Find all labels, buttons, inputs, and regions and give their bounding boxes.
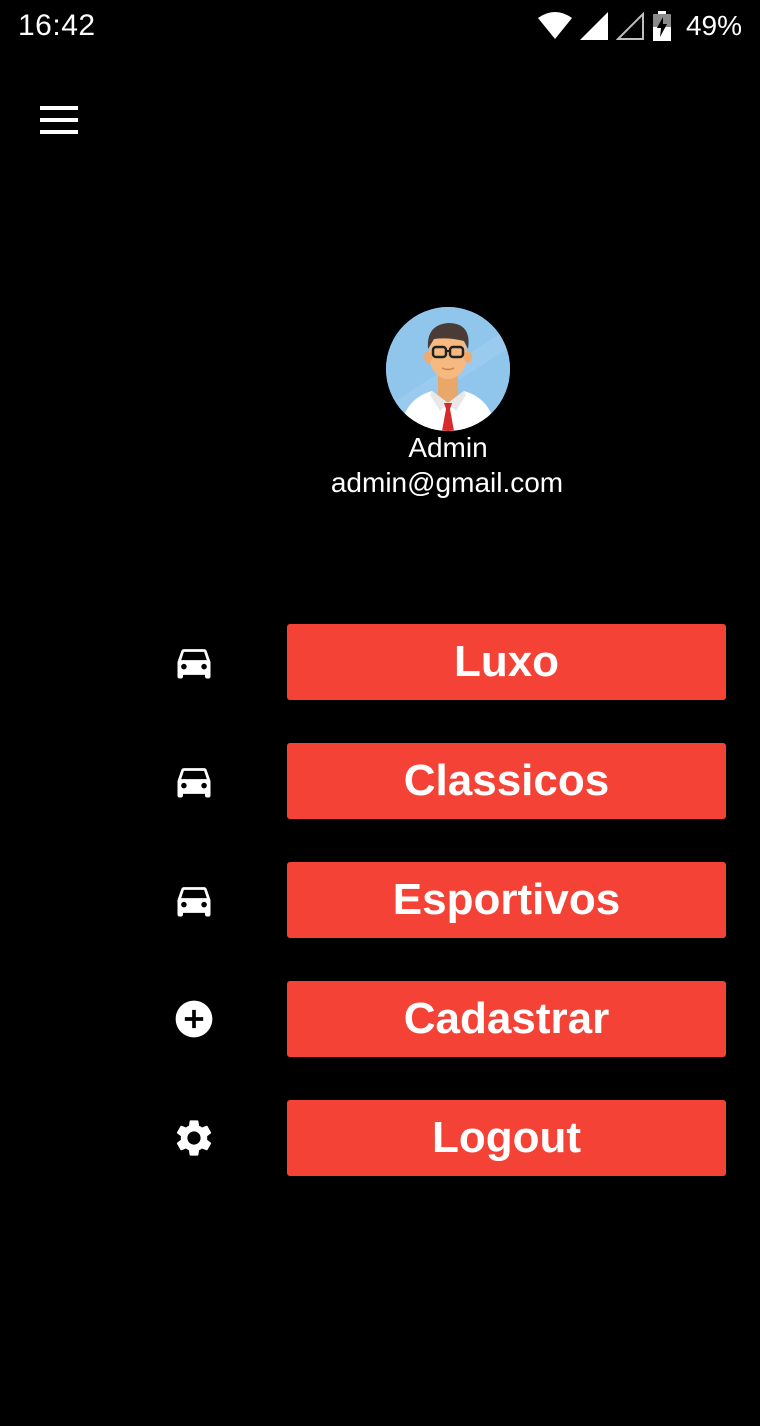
status-icons: 49% — [537, 10, 742, 42]
status-bar: 16:42 49% — [0, 0, 760, 52]
classicos-button[interactable]: Classicos — [287, 743, 726, 819]
menu-row-esportivos: Esportivos — [160, 862, 726, 938]
car-icon — [172, 759, 216, 803]
menu-row-logout: Logout — [160, 1100, 726, 1176]
logout-button[interactable]: Logout — [287, 1100, 726, 1176]
hamburger-icon — [40, 106, 78, 110]
car-icon — [172, 640, 216, 684]
gear-icon — [172, 1116, 216, 1160]
menu-row-luxo: Luxo — [160, 624, 726, 700]
add-circle-icon — [172, 997, 216, 1041]
cadastrar-button[interactable]: Cadastrar — [287, 981, 726, 1057]
wifi-icon — [537, 12, 572, 39]
signal-icon — [579, 12, 608, 40]
luxo-button[interactable]: Luxo — [287, 624, 726, 700]
battery-percentage: 49% — [685, 10, 742, 41]
car-icon — [172, 878, 216, 922]
status-time: 16:42 — [18, 9, 96, 42]
app-screen: 16:42 49% Admin admin@gmail.com Luxo Cla… — [0, 0, 760, 1426]
hamburger-icon-line — [40, 130, 78, 134]
menu-row-cadastrar: Cadastrar — [160, 981, 726, 1057]
hamburger-menu-button[interactable] — [30, 98, 88, 142]
user-avatar-illustration — [386, 307, 510, 431]
profile-email: admin@gmail.com — [330, 467, 564, 498]
esportivos-button[interactable]: Esportivos — [287, 862, 726, 938]
hamburger-icon-line — [40, 118, 78, 122]
user-avatar — [386, 307, 510, 431]
profile-name: Admin — [408, 432, 488, 463]
battery-charging-icon — [652, 11, 671, 41]
menu-row-classicos: Classicos — [160, 743, 726, 819]
signal-empty-icon — [615, 12, 644, 40]
